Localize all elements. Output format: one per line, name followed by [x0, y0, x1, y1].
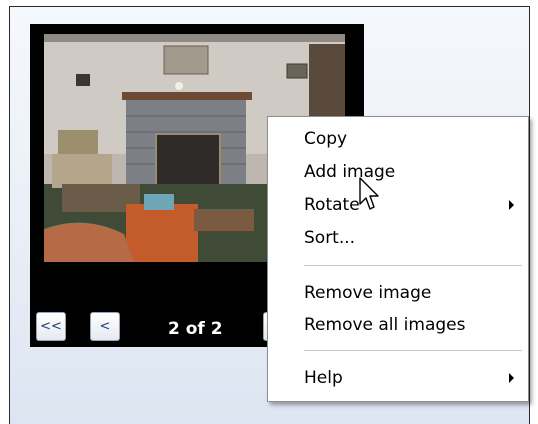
menu-item-sort-label: Sort...	[304, 228, 356, 248]
first-image-button[interactable]: <<	[36, 312, 66, 341]
menu-item-remove-all-images[interactable]: Remove all images	[304, 313, 465, 337]
menu-separator	[304, 350, 522, 351]
menu-item-help-label: Help	[304, 368, 343, 388]
menu-item-copy-label: Copy	[304, 129, 348, 149]
submenu-arrow-icon	[509, 200, 514, 210]
image-counter: 2 of 2	[168, 319, 223, 339]
menu-item-remove-image[interactable]: Remove image	[304, 281, 431, 305]
menu-item-sort[interactable]: Sort...	[304, 226, 355, 250]
arrow-cursor-icon	[359, 177, 379, 210]
first-image-label: <<	[40, 319, 62, 334]
previous-image-button[interactable]: <	[90, 312, 120, 341]
menu-item-remove-all-images-label: Remove all images	[304, 315, 466, 335]
submenu-arrow-icon	[509, 373, 514, 383]
previous-image-label: <	[99, 319, 111, 334]
menu-item-rotate[interactable]: Rotate	[304, 193, 514, 217]
menu-separator	[304, 265, 522, 266]
menu-item-copy[interactable]: Copy	[304, 127, 347, 151]
menu-item-rotate-label: Rotate	[304, 195, 360, 215]
menu-item-help[interactable]: Help	[304, 366, 343, 390]
context-menu: Copy Add image Rotate Sort... Remove ima…	[267, 116, 529, 402]
menu-item-remove-image-label: Remove image	[304, 283, 432, 303]
